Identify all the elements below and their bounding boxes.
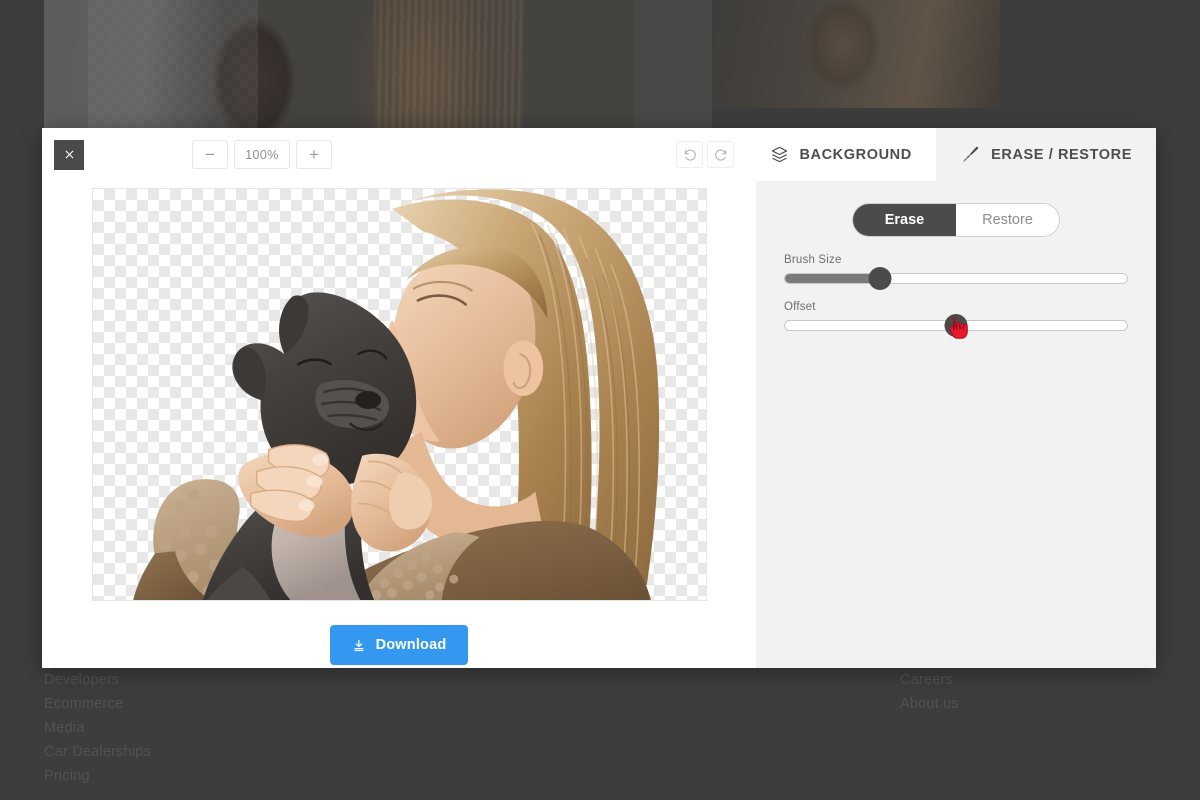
editor-tabs: BACKGROUND ERASE / RESTORE [746, 128, 1156, 181]
footer-column-left: Developers Ecommerce Media Car Dealershi… [44, 672, 151, 785]
zoom-level-display: 100% [234, 140, 290, 169]
footer-link-ecommerce[interactable]: Ecommerce [44, 696, 151, 713]
photo-artwork [132, 189, 659, 600]
offset-label: Offset [784, 301, 816, 313]
cutout-photo [93, 189, 706, 600]
footer-link-about-us[interactable]: About us [900, 696, 959, 713]
zoom-out-button[interactable]: − [192, 140, 228, 169]
brush-size-fill [785, 274, 881, 283]
tab-background-label: BACKGROUND [799, 146, 912, 163]
erase-mode-option[interactable]: Erase [853, 204, 956, 236]
editor-toolbar: − 100% + BACKGROUND ERASE / RESTORE [42, 128, 1156, 181]
image-editor-modal: − 100% + BACKGROUND ERASE / RESTORE Down… [42, 128, 1156, 668]
image-canvas[interactable] [91, 188, 707, 601]
close-icon [65, 150, 73, 159]
download-row: Download [329, 625, 469, 665]
erase-restore-panel: Erase Restore Brush Size Offset [756, 181, 1156, 668]
close-area [42, 128, 192, 181]
footer-link-car-dealerships[interactable]: Car Dealerships [44, 744, 151, 761]
offset-slider[interactable] [784, 314, 1128, 339]
tab-erase-restore-label: ERASE / RESTORE [991, 146, 1132, 163]
footer-link-careers[interactable]: Careers [900, 672, 959, 689]
footer-column-right: Careers About us [900, 672, 959, 713]
close-button[interactable] [54, 139, 84, 170]
tab-erase-restore[interactable]: ERASE / RESTORE [936, 128, 1156, 181]
brush-size-slider[interactable] [784, 267, 1128, 290]
offset-control: Offset [784, 301, 1128, 339]
brush-size-track[interactable] [784, 273, 1128, 284]
brush-icon [962, 146, 979, 163]
redo-button[interactable] [707, 141, 735, 168]
canvas-pane: Download [42, 181, 756, 668]
download-button[interactable]: Download [329, 625, 469, 665]
zoom-controls: − 100% + [192, 128, 332, 181]
redo-icon [714, 149, 726, 161]
tab-background[interactable]: BACKGROUND [746, 128, 937, 181]
erase-restore-toggle: Erase Restore [852, 203, 1060, 237]
restore-mode-option[interactable]: Restore [956, 204, 1059, 236]
site-footer: Developers Ecommerce Media Car Dealershi… [0, 660, 1200, 800]
layers-icon [772, 146, 788, 163]
offset-thumb[interactable] [944, 314, 968, 337]
footer-link-pricing[interactable]: Pricing [44, 768, 151, 785]
editor-body: Download Erase Restore Brush Size Offset [42, 181, 1156, 668]
download-icon [354, 639, 363, 651]
footer-link-media[interactable]: Media [44, 720, 151, 737]
download-button-label: Download [375, 637, 447, 653]
hero-thumbnail [712, 0, 1000, 108]
footer-link-developers[interactable]: Developers [44, 672, 151, 689]
zoom-in-button[interactable]: + [296, 140, 332, 169]
undo-button[interactable] [676, 141, 704, 168]
history-controls [676, 128, 746, 181]
brush-size-label: Brush Size [784, 254, 842, 266]
brush-size-thumb[interactable] [868, 267, 892, 290]
brush-size-control: Brush Size [784, 254, 1128, 290]
undo-icon [684, 149, 696, 161]
